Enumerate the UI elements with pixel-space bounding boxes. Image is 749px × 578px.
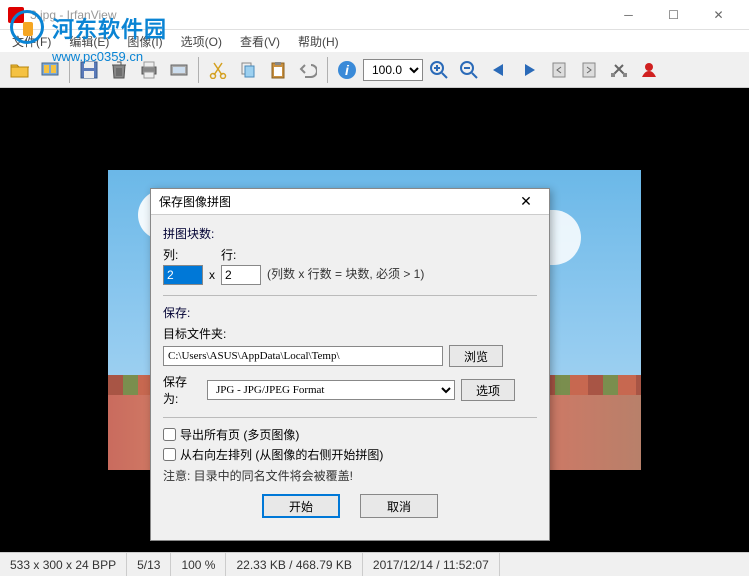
right-to-left-checkbox[interactable] <box>163 448 176 461</box>
start-button[interactable]: 开始 <box>262 494 340 518</box>
tiles-hint: (列数 x 行数 = 块数, 必须 > 1) <box>267 265 424 285</box>
prev-page-button[interactable] <box>545 56 573 84</box>
dialog-titlebar: 保存图像拼图 ✕ <box>151 189 549 215</box>
menu-help[interactable]: 帮助(H) <box>292 31 345 52</box>
status-datetime: 2017/12/14 / 11:52:07 <box>363 553 500 576</box>
paste-button[interactable] <box>264 56 292 84</box>
cut-button[interactable] <box>204 56 232 84</box>
menu-file[interactable]: 文件(F) <box>6 31 57 52</box>
window-titlebar: 3.jpg - IrfanView ─ ☐ ✕ <box>0 0 749 30</box>
options-button[interactable]: 选项 <box>461 379 515 401</box>
dialog-close-button[interactable]: ✕ <box>511 191 541 213</box>
export-all-label: 导出所有页 (多页图像) <box>180 426 299 443</box>
next-button[interactable] <box>515 56 543 84</box>
menu-view[interactable]: 查看(V) <box>234 31 286 52</box>
overwrite-warning: 注意: 目录中的同名文件将会被覆盖! <box>163 467 537 484</box>
browse-button[interactable]: 浏览 <box>449 345 503 367</box>
zoom-in-button[interactable] <box>425 56 453 84</box>
close-button[interactable]: ✕ <box>696 1 741 29</box>
export-all-checkbox[interactable] <box>163 428 176 441</box>
toolbar: i 100.0 <box>0 52 749 88</box>
open-button[interactable] <box>6 56 34 84</box>
app-icon <box>8 7 24 23</box>
minimize-button[interactable]: ─ <box>606 1 651 29</box>
status-size: 22.33 KB / 468.79 KB <box>226 553 362 576</box>
menu-options[interactable]: 选项(O) <box>175 31 228 52</box>
print-button[interactable] <box>135 56 163 84</box>
menu-edit[interactable]: 编辑(E) <box>63 31 115 52</box>
rows-label: 行: <box>221 246 261 263</box>
maximize-button[interactable]: ☐ <box>651 1 696 29</box>
save-panorama-dialog: 保存图像拼图 ✕ 拼图块数: 列: x 行: (列数 x 行数 = 块数, 必须… <box>150 188 550 541</box>
menubar: 文件(F) 编辑(E) 图像(I) 选项(O) 查看(V) 帮助(H) <box>0 30 749 52</box>
copy-button[interactable] <box>234 56 262 84</box>
save-as-label: 保存为: <box>163 373 201 407</box>
menu-image[interactable]: 图像(I) <box>121 31 168 52</box>
status-dimensions: 533 x 300 x 24 BPP <box>0 553 127 576</box>
save-section-label: 保存: <box>163 304 537 321</box>
status-zoom: 100 % <box>171 553 226 576</box>
zoom-out-button[interactable] <box>455 56 483 84</box>
save-button[interactable] <box>75 56 103 84</box>
about-button[interactable] <box>635 56 663 84</box>
target-folder-label: 目标文件夹: <box>163 325 537 342</box>
tiles-section-label: 拼图块数: <box>163 225 537 242</box>
info-button[interactable]: i <box>333 56 361 84</box>
scan-button[interactable] <box>165 56 193 84</box>
canvas-area: 保存图像拼图 ✕ 拼图块数: 列: x 行: (列数 x 行数 = 块数, 必须… <box>0 88 749 552</box>
prev-button[interactable] <box>485 56 513 84</box>
window-title: 3.jpg - IrfanView <box>30 8 606 22</box>
cols-label: 列: <box>163 246 203 263</box>
cancel-button[interactable]: 取消 <box>360 494 438 518</box>
slideshow-button[interactable] <box>36 56 64 84</box>
undo-button[interactable] <box>294 56 322 84</box>
rows-input[interactable] <box>221 265 261 285</box>
right-to-left-label: 从右向左排列 (从图像的右侧开始拼图) <box>180 446 383 463</box>
delete-button[interactable] <box>105 56 133 84</box>
zoom-select[interactable]: 100.0 <box>363 59 423 81</box>
cols-input[interactable] <box>163 265 203 285</box>
next-page-button[interactable] <box>575 56 603 84</box>
format-select[interactable]: JPG - JPG/JPEG Format <box>207 380 455 400</box>
target-folder-input[interactable] <box>163 346 443 366</box>
status-index: 5/13 <box>127 553 171 576</box>
statusbar: 533 x 300 x 24 BPP 5/13 100 % 22.33 KB /… <box>0 552 749 576</box>
dialog-title: 保存图像拼图 <box>159 193 511 210</box>
settings-button[interactable] <box>605 56 633 84</box>
